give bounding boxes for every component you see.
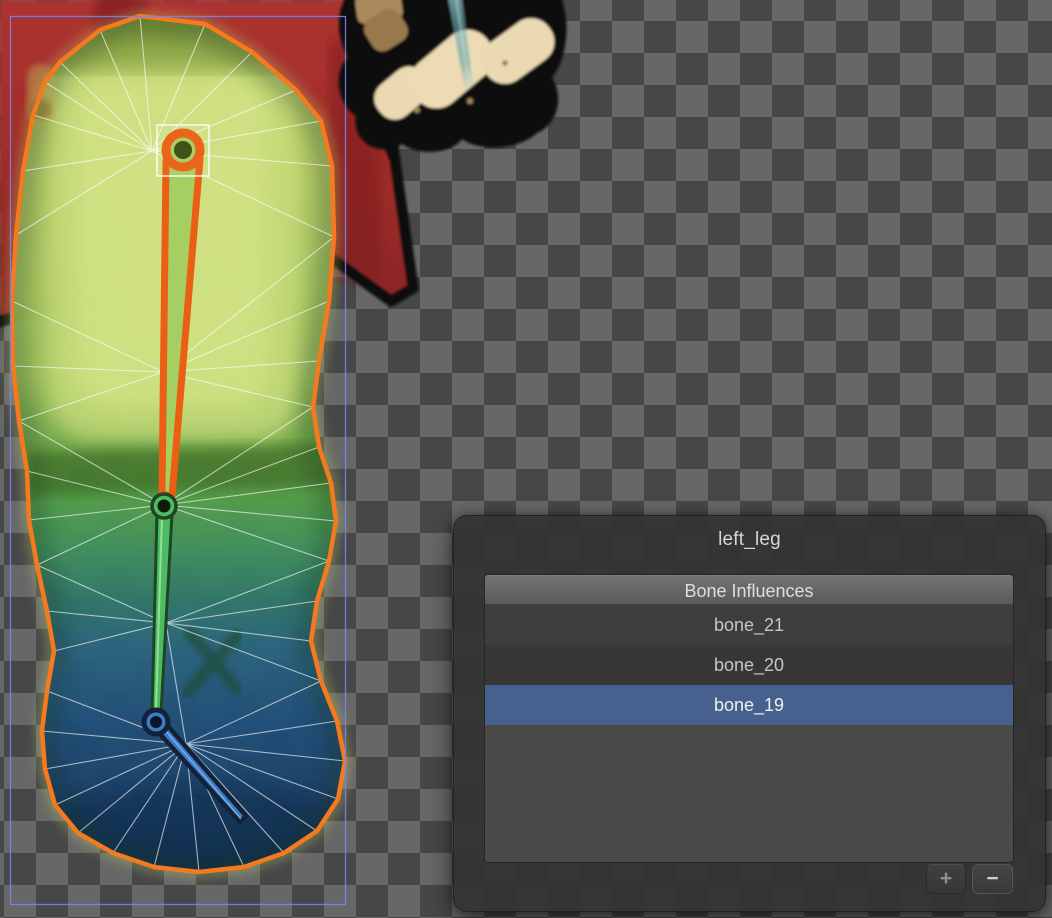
panel-title: left_leg: [454, 529, 1045, 551]
add-bone-button[interactable]: +: [926, 864, 966, 894]
skinning-editor-viewport: left_leg Bone Influences bone_21 bone_20…: [0, 0, 1052, 918]
bone-list-item[interactable]: bone_20: [485, 645, 1013, 685]
bone-influences-panel: left_leg Bone Influences bone_21 bone_20…: [453, 515, 1046, 912]
remove-bone-button[interactable]: −: [972, 864, 1013, 894]
bone-influences-list[interactable]: Bone Influences bone_21 bone_20 bone_19: [484, 574, 1014, 863]
bone-list-header: Bone Influences: [485, 575, 1013, 605]
list-footer: + −: [454, 864, 1014, 896]
bone-selection-box[interactable]: [157, 125, 209, 176]
character-hand: [339, 0, 567, 160]
bone-list-item[interactable]: bone_21: [485, 605, 1013, 645]
bone-list-item[interactable]: bone_19: [485, 685, 1013, 725]
